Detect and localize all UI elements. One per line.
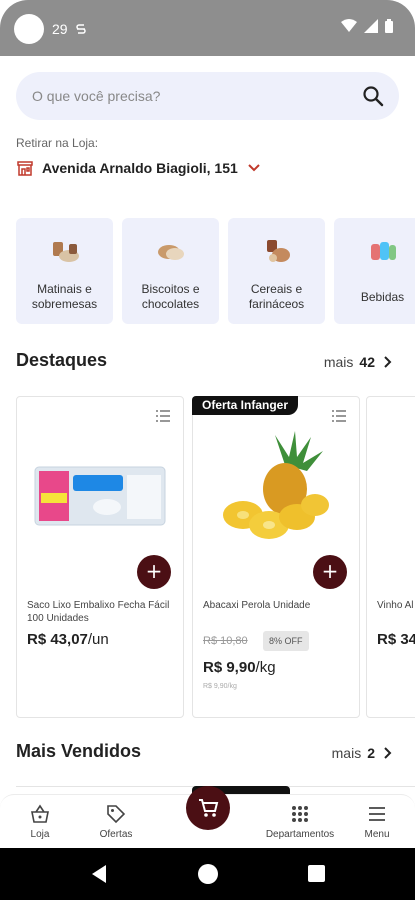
category-label: Biscoitos e chocolates — [141, 282, 200, 311]
grid-icon — [292, 806, 308, 822]
tag-icon — [107, 805, 126, 824]
add-to-cart-button[interactable]: + — [313, 555, 347, 589]
product-price: R$ 9,90/kg — [203, 659, 276, 676]
category-card-cereais[interactable]: Cereais e farináceos — [228, 218, 325, 324]
chevron-right-icon — [384, 356, 392, 368]
category-label: Cereais e farináceos — [248, 282, 305, 311]
product-name: Abacaxi Perola Unidade — [203, 600, 311, 611]
store-icon — [17, 161, 33, 176]
nav-menu[interactable]: Menu — [337, 803, 415, 840]
more-label: mais — [323, 354, 354, 370]
category-carousel[interactable]: Matinais e sobremesas Biscoitos e chocol… — [16, 218, 415, 324]
product-card[interactable]: Vinho Al Sauvign R$ 34 — [366, 396, 415, 718]
price-value: R$ 34 — [377, 631, 415, 648]
basket-icon — [31, 804, 49, 823]
nav-label: Departamentos — [265, 829, 335, 840]
discount-badge: 8% OFF — [263, 631, 309, 651]
store-name: Avenida Arnaldo Biagioli, 151 — [42, 160, 238, 176]
cookies-icon — [158, 245, 184, 260]
cereals-icon — [267, 240, 290, 262]
cart-button[interactable] — [186, 786, 230, 830]
list-icon[interactable] — [155, 409, 171, 423]
breakfast-icon — [53, 242, 79, 262]
list-icon[interactable] — [331, 409, 347, 423]
unit-price: R$ 9,90/kg — [203, 683, 237, 690]
cart-icon — [199, 799, 219, 817]
home-icon[interactable] — [198, 864, 218, 884]
category-label: Matinais e sobremesas — [31, 282, 98, 311]
nav-label: Menu — [364, 829, 390, 840]
best-sellers-more-link[interactable]: mais 2 — [332, 745, 395, 761]
menu-icon — [369, 807, 385, 821]
nav-label: Ofertas — [99, 829, 133, 840]
offer-tag: Oferta Infanger — [192, 396, 299, 415]
more-label: mais — [331, 745, 362, 761]
product-price: R$ 34 — [377, 631, 415, 648]
search-input[interactable] — [32, 72, 352, 120]
status-left: 29 — [14, 14, 86, 44]
category-label: Bebidas — [360, 290, 405, 304]
battery-icon — [385, 19, 393, 33]
price-unit: /kg — [255, 659, 276, 676]
nav-departments[interactable]: Departamentos — [258, 803, 342, 840]
product-image-trash-bags — [34, 466, 166, 526]
product-name: Vinho Al Sauvign — [377, 600, 415, 611]
category-card-bebidas[interactable]: Bebidas — [334, 218, 415, 324]
status-bar: 29 — [0, 0, 415, 56]
product-name: Saco Lixo Embalixo Fecha Fácil 100 Unida… — [27, 600, 170, 624]
pickup-label: Retirar na Loja: — [16, 136, 99, 150]
section-title-best-sellers: Mais Vendidos — [16, 741, 142, 761]
category-card-biscoitos[interactable]: Biscoitos e chocolates — [122, 218, 219, 324]
product-price: R$ 43,07/un — [27, 631, 109, 648]
nav-offers[interactable]: Ofertas — [76, 803, 156, 840]
product-card[interactable]: Oferta Infanger + Abacaxi Perola Unidade… — [192, 396, 360, 718]
store-selector[interactable]: Avenida Arnaldo Biagioli, 151 — [16, 156, 262, 180]
product-image-pineapple — [223, 431, 329, 539]
wifi-icon — [341, 19, 357, 32]
status-time: 29 — [52, 21, 68, 37]
more-count: 42 — [359, 354, 375, 370]
search-icon[interactable] — [361, 84, 385, 108]
status-right — [341, 19, 393, 33]
recents-icon[interactable] — [308, 865, 325, 882]
add-to-cart-button[interactable]: + — [137, 555, 171, 589]
product-card[interactable]: + Saco Lixo Embalixo Fecha Fácil 100 Uni… — [16, 396, 184, 718]
highlights-more-link[interactable]: mais 42 — [324, 354, 395, 370]
section-title-highlights: Destaques — [16, 350, 108, 370]
nav-store[interactable]: Loja — [0, 803, 80, 840]
back-icon[interactable] — [90, 864, 108, 884]
price-value: R$ 9,90 — [203, 659, 256, 676]
system-nav-bar — [0, 848, 415, 900]
chevron-down-icon[interactable] — [246, 160, 262, 176]
price-unit: /un — [87, 631, 109, 648]
price-value: R$ 43,07 — [27, 631, 88, 648]
drinks-icon — [371, 242, 396, 260]
camera-cutout — [14, 14, 44, 44]
chevron-right-icon — [384, 747, 392, 759]
more-count: 2 — [367, 745, 375, 761]
signal-icon — [364, 19, 378, 33]
s-icon — [75, 23, 86, 34]
category-card-matinais[interactable]: Matinais e sobremesas — [16, 218, 113, 324]
old-price: R$ 10,80 — [203, 635, 248, 647]
nav-label: Loja — [30, 829, 50, 840]
highlights-carousel[interactable]: + Saco Lixo Embalixo Fecha Fácil 100 Uni… — [16, 396, 415, 720]
search-bar[interactable] — [16, 72, 399, 120]
